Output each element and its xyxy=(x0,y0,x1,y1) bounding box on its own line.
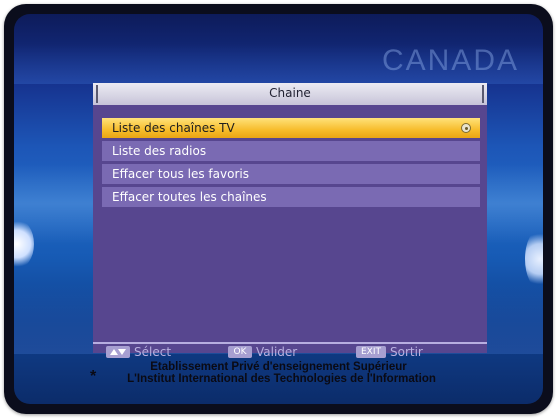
menu-list: Liste des chaînes TV Liste des radios Ef… xyxy=(102,118,480,210)
footer-caption: * Etablissement Privé d'enseignement Sup… xyxy=(14,361,543,385)
ok-key-icon: OK xyxy=(228,346,252,358)
menu-titlebar: Chaine xyxy=(93,83,487,105)
hint-validate-label: Valider xyxy=(256,345,298,359)
hint-select: Sélect xyxy=(106,344,171,360)
menu-item-tv-channel-list[interactable]: Liste des chaînes TV xyxy=(102,118,480,138)
hint-validate: OK Valider xyxy=(228,344,297,360)
menu-item-label: Liste des radios xyxy=(112,144,207,158)
menu-item-label: Liste des chaînes TV xyxy=(112,121,235,135)
tv-screen: CANADA Chaine Liste des chaînes TV Liste… xyxy=(14,14,543,404)
hint-exit-label: Sortir xyxy=(390,345,423,359)
hint-select-label: Sélect xyxy=(134,345,172,359)
menu-item-clear-favorites[interactable]: Effacer tous les favoris xyxy=(102,164,480,184)
background-watermark: CANADA xyxy=(381,44,519,77)
footer-marker: * xyxy=(90,368,97,385)
menu-item-label: Effacer tous les favoris xyxy=(112,167,249,181)
menu-item-radio-list[interactable]: Liste des radios xyxy=(102,141,480,161)
hint-exit: EXIT Sortir xyxy=(356,344,423,360)
channel-menu-panel: Chaine Liste des chaînes TV Liste des ra… xyxy=(93,83,487,353)
key-hint-bar: Sélect OK Valider EXIT Sortir xyxy=(106,344,466,360)
tv-frame: CANADA Chaine Liste des chaînes TV Liste… xyxy=(4,4,553,414)
arrows-icon xyxy=(106,346,130,358)
menu-title: Chaine xyxy=(269,86,311,100)
menu-item-label: Effacer toutes les chaînes xyxy=(112,190,267,204)
exit-key-icon: EXIT xyxy=(356,346,386,358)
favorite-icon xyxy=(461,123,471,133)
menu-item-clear-all-channels[interactable]: Effacer toutes les chaînes xyxy=(102,187,480,207)
